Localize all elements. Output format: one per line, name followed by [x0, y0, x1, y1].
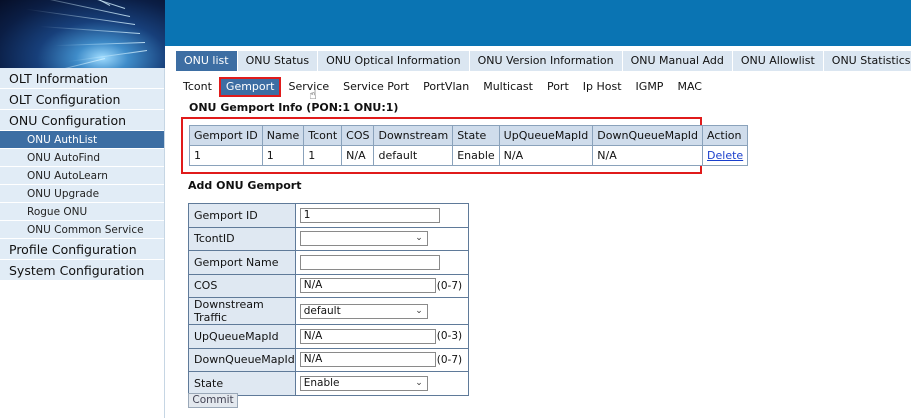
downstream-traffic-label: Downstream Traffic	[188, 297, 296, 325]
sidebar-item-onu-common-service[interactable]: ONU Common Service	[0, 221, 164, 239]
tab-port[interactable]: Port	[540, 77, 576, 97]
tab-tcont[interactable]: Tcont	[176, 77, 219, 97]
chevron-down-icon: ⌄	[415, 233, 423, 244]
tab-mac[interactable]: MAC	[670, 77, 709, 97]
sidebar-item-onu-authlist[interactable]: ONU AuthList	[0, 131, 164, 149]
column-header: Tcont	[303, 125, 343, 146]
table-row: 1 1 1 N/A default Enable N/A N/A Delete	[189, 145, 749, 166]
table-cell: N/A	[592, 145, 704, 166]
tab-multicast[interactable]: Multicast	[476, 77, 540, 97]
globe-banner-logo	[0, 0, 165, 68]
table-cell: Delete	[702, 145, 749, 166]
gemport-name-input[interactable]	[299, 254, 440, 270]
delete-link[interactable]: Delete	[707, 149, 743, 162]
down-queue-map-id-label: DownQueueMapId	[188, 347, 296, 372]
table-cell: 1	[189, 145, 263, 166]
column-header: COS	[341, 125, 375, 146]
column-header: Name	[261, 125, 305, 146]
chevron-down-icon: ⌄	[415, 377, 423, 388]
tab-onu-status[interactable]: ONU Status	[237, 51, 319, 71]
sidebar-item-rogue-onu[interactable]: Rogue ONU	[0, 203, 164, 221]
tab-onu-list[interactable]: ONU list	[176, 51, 238, 71]
down-queue-map-id-range: (0-7)	[436, 353, 463, 366]
tab-igmp[interactable]: IGMP	[629, 77, 671, 97]
tab-onu-allowlist[interactable]: ONU Allowlist	[732, 51, 824, 71]
column-header: Gemport ID	[189, 125, 263, 146]
add-gemport-form: Gemport ID 1 TcontID ⌄ Gemport Name COS …	[188, 203, 469, 396]
sidebar-item-onu-upgrade[interactable]: ONU Upgrade	[0, 185, 164, 203]
gemport-info-table: Gemport ID Name Tcont COS Downstream Sta…	[189, 125, 749, 166]
sidebar-nav: OLT Information OLT Configuration ONU Co…	[0, 68, 165, 418]
sidebar-item-system-configuration[interactable]: System Configuration	[0, 260, 164, 281]
sidebar-item-onu-autolearn[interactable]: ONU AutoLearn	[0, 167, 164, 185]
chevron-down-icon: ⌄	[415, 305, 423, 316]
sidebar-item-olt-information[interactable]: OLT Information	[0, 68, 164, 89]
downstream-traffic-value: default	[303, 304, 341, 317]
table-header-row: Gemport ID Name Tcont COS Downstream Sta…	[189, 125, 749, 146]
column-header: UpQueueMapId	[498, 125, 594, 146]
table-cell: N/A	[341, 145, 375, 166]
column-header: State	[452, 125, 500, 146]
tab-onu-statistics[interactable]: ONU Statistics	[823, 51, 911, 71]
cos-label: COS	[188, 273, 296, 298]
down-queue-map-id-input[interactable]: N/A	[299, 352, 436, 368]
tcont-id-label: TcontID	[188, 226, 296, 251]
table-cell: default	[373, 145, 454, 166]
state-label: State	[188, 371, 296, 396]
sidebar-item-onu-configuration[interactable]: ONU Configuration	[0, 110, 164, 131]
sub-tab-bar: Tcont Gemport Service Service Port PortV…	[176, 77, 709, 97]
table-cell: Enable	[452, 145, 500, 166]
column-header: Action	[702, 125, 749, 146]
tab-portvlan[interactable]: PortVlan	[416, 77, 476, 97]
add-gemport-title: Add ONU Gemport	[188, 179, 302, 192]
sidebar-item-profile-configuration[interactable]: Profile Configuration	[0, 239, 164, 260]
tab-ip-host[interactable]: Ip Host	[576, 77, 629, 97]
main-tab-bar: ONU list ONU Status ONU Optical Informat…	[176, 51, 911, 71]
up-queue-map-id-label: UpQueueMapId	[188, 324, 296, 349]
sidebar-item-onu-autofind[interactable]: ONU AutoFind	[0, 149, 164, 167]
column-header: Downstream	[373, 125, 454, 146]
table-cell: 1	[261, 145, 305, 166]
table-cell: N/A	[498, 145, 594, 166]
tab-onu-manual-add[interactable]: ONU Manual Add	[622, 51, 733, 71]
downstream-traffic-select[interactable]: default ⌄	[299, 303, 428, 319]
tab-service-port[interactable]: Service Port	[336, 77, 416, 97]
state-select[interactable]: Enable ⌄	[299, 375, 428, 391]
up-queue-map-id-input[interactable]: N/A	[299, 328, 436, 344]
cos-range: (0-7)	[436, 279, 463, 292]
gemport-name-label: Gemport Name	[188, 250, 296, 275]
cos-input[interactable]: N/A	[299, 278, 436, 294]
up-queue-map-id-range: (0-3)	[436, 330, 463, 343]
column-header: DownQueueMapId	[592, 125, 704, 146]
gemport-id-input[interactable]: 1	[299, 207, 440, 223]
tab-onu-optical-information[interactable]: ONU Optical Information	[318, 51, 470, 71]
tab-onu-version-information[interactable]: ONU Version Information	[469, 51, 623, 71]
header-bar	[165, 0, 911, 46]
tab-gemport[interactable]: Gemport	[218, 77, 282, 97]
table-cell: 1	[303, 145, 343, 166]
sidebar-item-olt-configuration[interactable]: OLT Configuration	[0, 89, 164, 110]
tcont-id-select[interactable]: ⌄	[299, 231, 428, 247]
commit-button[interactable]: Commit	[188, 393, 238, 408]
state-value: Enable	[303, 376, 340, 389]
gemport-id-label: Gemport ID	[188, 203, 296, 228]
gemport-info-title: ONU Gemport Info (PON:1 ONU:1)	[189, 101, 399, 114]
